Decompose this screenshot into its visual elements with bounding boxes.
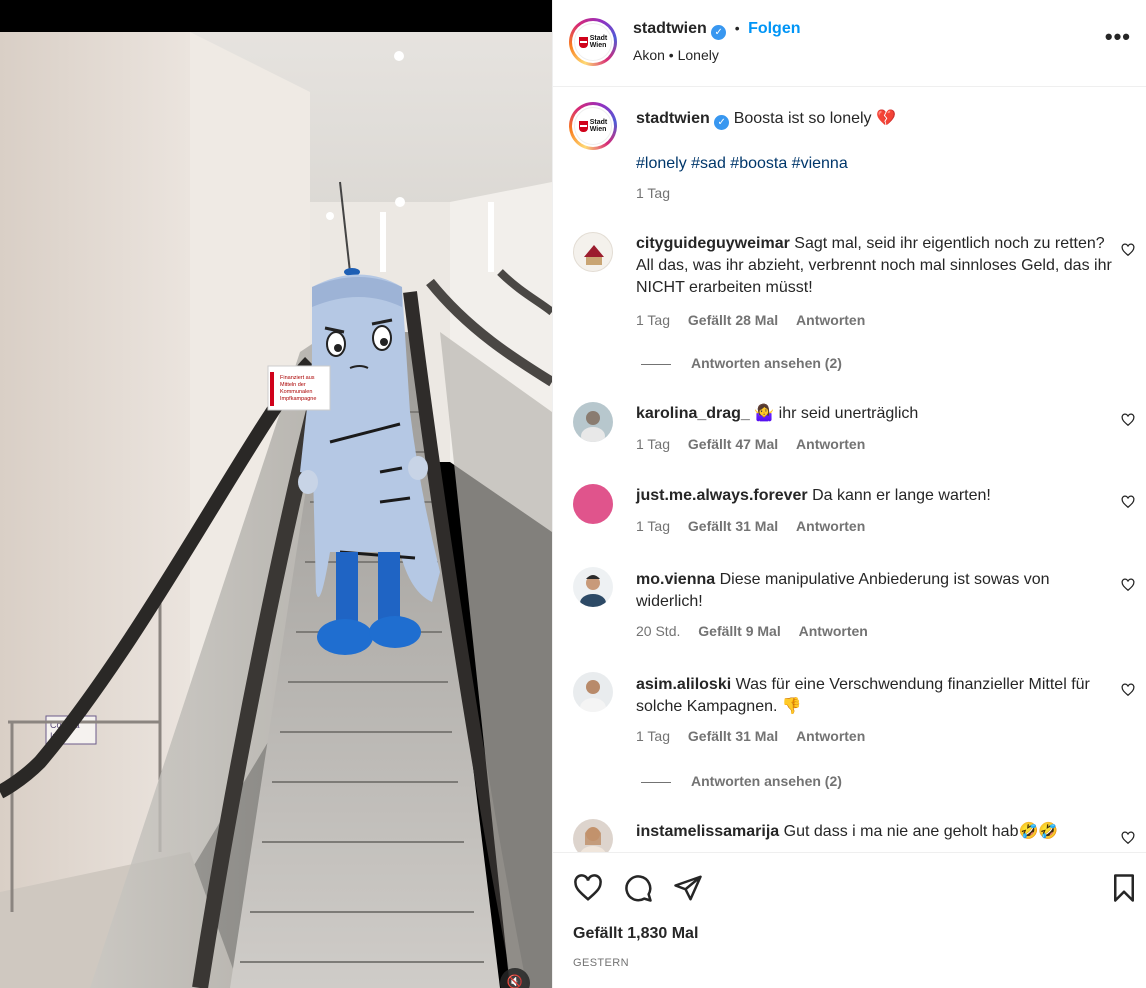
reply-button[interactable]: Antworten xyxy=(799,623,868,639)
commenter-avatar[interactable] xyxy=(573,567,613,607)
comment-likes[interactable]: Gefällt 47 Mal xyxy=(688,436,778,452)
like-comment-heart-icon[interactable] xyxy=(1121,495,1135,509)
author-username[interactable]: stadtwien xyxy=(633,20,707,37)
post-media[interactable]: Corona Impf Finanziert aus Mitteln der K… xyxy=(0,0,552,988)
comment-time[interactable]: 1 Tag xyxy=(636,436,670,452)
comment-time[interactable]: 20 Std. xyxy=(636,623,680,639)
comment-text: 🤷‍♀️ ihr seid unerträglich xyxy=(754,405,919,422)
heart-icon[interactable] xyxy=(573,873,603,903)
caption-time[interactable]: 1 Tag xyxy=(636,185,670,201)
share-icon[interactable] xyxy=(673,873,703,903)
comment-username[interactable]: karolina_drag_ xyxy=(636,405,750,422)
comment-text: Da kann er lange warten! xyxy=(812,487,991,504)
comment-likes[interactable]: Gefällt 31 Mal xyxy=(688,728,778,744)
comment-time[interactable]: 1 Tag xyxy=(636,728,670,744)
media-top-bar xyxy=(0,0,552,32)
comment-likes[interactable]: Gefällt 9 Mal xyxy=(698,623,780,639)
vienna-shield-icon xyxy=(578,120,588,132)
follow-button[interactable]: Folgen xyxy=(748,20,800,37)
commenter-avatar[interactable] xyxy=(573,232,613,272)
mascot-sign-text: Finanziert aus xyxy=(280,375,315,381)
view-replies-button[interactable]: Antworten ansehen (2) xyxy=(641,355,842,371)
caption-avatar[interactable]: Stadt Wien xyxy=(569,102,617,150)
caption-text: Boosta ist so lonely 💔 xyxy=(733,110,896,127)
video-frame[interactable]: Corona Impf Finanziert aus Mitteln der K… xyxy=(0,32,552,988)
comments-list[interactable]: Stadt Wien stadtwien ✓ Boosta ist so lone… xyxy=(553,88,1146,852)
comment-time[interactable]: 1 Tag xyxy=(636,518,670,534)
svg-text:Mitteln der: Mitteln der xyxy=(280,382,306,388)
like-comment-heart-icon[interactable] xyxy=(1121,243,1135,257)
commenter-avatar[interactable] xyxy=(573,484,613,524)
verified-badge-icon: ✓ xyxy=(714,115,730,130)
commenter-avatar[interactable] xyxy=(573,672,613,712)
comment-text: Gut dass i ma nie ane geholt hab🤣🤣 xyxy=(783,823,1059,840)
comment-username[interactable]: mo.vienna xyxy=(636,571,715,588)
like-comment-heart-icon[interactable] xyxy=(1121,831,1135,845)
svg-text:Impfkampagne: Impfkampagne xyxy=(280,396,316,402)
reply-button[interactable]: Antworten xyxy=(796,312,865,328)
like-comment-heart-icon[interactable] xyxy=(1121,413,1135,427)
reply-button[interactable]: Antworten xyxy=(796,436,865,452)
post-date[interactable]: GESTERN xyxy=(573,957,629,969)
comment-icon[interactable] xyxy=(623,873,653,903)
svg-text:Kommunalen: Kommunalen xyxy=(280,389,312,395)
author-avatar[interactable]: Stadt Wien xyxy=(569,18,617,66)
post-header: Stadt Wien stadtwien ✓ • Folgen Akon • Lo… xyxy=(553,0,1146,87)
comment-likes[interactable]: Gefällt 31 Mal xyxy=(688,518,778,534)
comment-username[interactable]: just.me.always.forever xyxy=(636,487,808,504)
like-comment-heart-icon[interactable] xyxy=(1121,683,1135,697)
reply-button[interactable]: Antworten xyxy=(796,728,865,744)
commenter-avatar[interactable] xyxy=(573,819,613,852)
like-comment-heart-icon[interactable] xyxy=(1121,578,1135,592)
comment-likes[interactable]: Gefällt 28 Mal xyxy=(688,312,778,328)
audio-link[interactable]: Akon • Lonely xyxy=(633,47,719,63)
separator-dot: • xyxy=(734,20,740,36)
comment-time[interactable]: 1 Tag xyxy=(636,312,670,328)
caption-hashtags[interactable]: #lonely #sad #boosta #vienna xyxy=(636,153,1116,175)
comment-username[interactable]: instamelissamarija xyxy=(636,823,779,840)
likes-count[interactable]: Gefällt 1,830 Mal xyxy=(573,925,698,943)
vienna-shield-icon xyxy=(578,36,588,48)
escalator-scene: Corona Impf Finanziert aus Mitteln der K… xyxy=(0,32,552,988)
commenter-avatar[interactable] xyxy=(573,402,613,442)
bookmark-icon[interactable] xyxy=(1109,873,1139,903)
comment-username[interactable]: asim.aliloski xyxy=(636,676,731,693)
post-actions: Gefällt 1,830 Mal GESTERN xyxy=(553,852,1146,988)
reply-button[interactable]: Antworten xyxy=(796,518,865,534)
verified-badge-icon: ✓ xyxy=(711,25,727,40)
view-replies-button[interactable]: Antworten ansehen (2) xyxy=(641,773,842,789)
more-options-icon[interactable]: ••• xyxy=(1105,24,1131,50)
post-sidebar: Stadt Wien stadtwien ✓ • Folgen Akon • Lo… xyxy=(552,0,1146,988)
muted-speaker-icon: 🔇 xyxy=(506,974,524,988)
caption-username[interactable]: stadtwien xyxy=(636,110,710,127)
comment-username[interactable]: cityguideguyweimar xyxy=(636,235,790,252)
